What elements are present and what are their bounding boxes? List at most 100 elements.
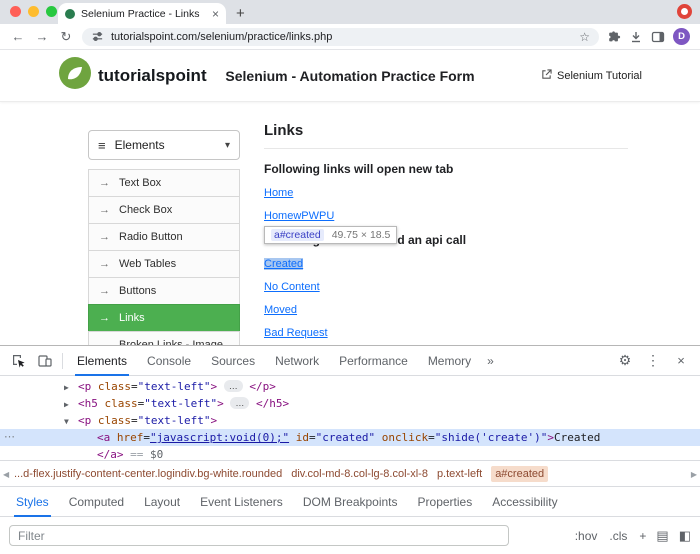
- breadcrumb-bar: ◀ ...d-flex.justify-content-center.login…: [0, 460, 700, 486]
- fullscreen-window-button[interactable]: [46, 6, 57, 17]
- crumbs-scroll-right-icon[interactable]: ▶: [691, 470, 697, 479]
- logo-leaf-icon: [58, 56, 92, 95]
- site-settings-icon[interactable]: [91, 30, 104, 43]
- sidebar-item-label: Check Box: [119, 204, 172, 216]
- downloads-icon[interactable]: [629, 30, 643, 44]
- link-moved[interactable]: Moved: [264, 304, 297, 316]
- dom-tree-row[interactable]: </a> == $0: [0, 446, 700, 460]
- profile-avatar[interactable]: D: [673, 28, 690, 45]
- site-header: tutorialspoint Selenium - Automation Pra…: [0, 50, 700, 102]
- rendering-emulation-icon[interactable]: ▤: [656, 528, 668, 544]
- devtools-tab-network[interactable]: Network: [265, 346, 329, 376]
- close-devtools-icon[interactable]: ×: [668, 348, 694, 374]
- link-created[interactable]: Created: [264, 258, 303, 270]
- ellipsis-button[interactable]: …: [230, 397, 249, 409]
- styles-tabbar: StylesComputedLayoutEvent ListenersDOM B…: [0, 486, 700, 516]
- logo-text: tutorialspoint: [98, 66, 207, 86]
- address-bar[interactable]: tutorialspoint.com/selenium/practice/lin…: [82, 28, 599, 46]
- dock-side-icon[interactable]: ◧: [679, 528, 691, 544]
- toggle-[interactable]: +: [639, 529, 646, 543]
- overflow-dots-icon: ⋯: [4, 429, 15, 446]
- breadcrumb-item[interactable]: ...d-flex.justify-content-center.logindi…: [14, 468, 282, 480]
- browser-tab[interactable]: Selenium Practice - Links ×: [58, 3, 226, 24]
- link-no-content[interactable]: No Content: [264, 281, 320, 293]
- sidebar-item-label: Text Box: [119, 177, 161, 189]
- sidebar-item-radio-button[interactable]: →Radio Button: [88, 223, 240, 251]
- external-link-icon: [541, 69, 552, 83]
- divider: [264, 148, 628, 149]
- devtools-tab-console[interactable]: Console: [137, 346, 201, 376]
- sidebar-item-web-tables[interactable]: → Web Tables: [88, 250, 240, 278]
- window-controls: [10, 6, 57, 17]
- links-api-list: CreatedNo ContentMovedBad RequestUnautho…: [264, 258, 628, 345]
- breadcrumb-item[interactable]: p.text-left: [437, 468, 482, 480]
- styles-filter-input[interactable]: [9, 525, 509, 546]
- reload-button[interactable]: ↻: [58, 29, 74, 45]
- sidebar-item-label: Buttons: [119, 285, 156, 297]
- kebab-menu-icon[interactable]: ⋮: [640, 348, 666, 374]
- sidebar-item-label: Links: [119, 312, 145, 324]
- styles-tab-computed[interactable]: Computed: [59, 487, 134, 517]
- inspect-tooltip: a#created 49.75 × 18.5: [264, 226, 397, 244]
- sidebar-item-text-box[interactable]: →Text Box: [88, 169, 240, 197]
- breadcrumb-item[interactable]: a#created: [491, 466, 548, 482]
- sidebar-item-check-box[interactable]: →Check Box: [88, 196, 240, 224]
- sidebar-item-links[interactable]: →Links: [88, 304, 240, 332]
- styles-tab-dom-breakpoints[interactable]: DOM Breakpoints: [293, 487, 408, 517]
- breadcrumb-item[interactable]: div.col-md-8.col-lg-8.col-xl-8: [291, 468, 428, 480]
- device-toolbar-icon[interactable]: [32, 348, 58, 374]
- styles-tab-properties[interactable]: Properties: [408, 487, 483, 517]
- new-tab-button[interactable]: +: [236, 5, 245, 22]
- arrow-right-icon: →: [99, 258, 110, 270]
- devtools-tab-sources[interactable]: Sources: [201, 346, 265, 376]
- close-window-button[interactable]: [10, 6, 21, 17]
- sidebar-item-label: Web Tables: [119, 258, 176, 270]
- url-text[interactable]: tutorialspoint.com/selenium/practice/lin…: [111, 31, 572, 43]
- link-bad-request[interactable]: Bad Request: [264, 327, 328, 339]
- sidebar-item-broken-links-image[interactable]: →Broken Links - Image: [88, 331, 240, 345]
- tutorial-link-label: Selenium Tutorial: [557, 70, 642, 82]
- sidebar-item-buttons[interactable]: →Buttons: [88, 277, 240, 305]
- dom-tree-row[interactable]: ▶<h5 class="text-left"> … </h5>: [0, 395, 700, 412]
- links-open-tab-list: Home HomewPWPU: [264, 187, 628, 222]
- disclosure-open-icon[interactable]: ▼: [64, 413, 78, 430]
- bookmark-star-icon[interactable]: ☆: [579, 30, 590, 44]
- inspect-element-icon[interactable]: [6, 348, 32, 374]
- forward-button[interactable]: →: [34, 29, 50, 44]
- disclosure-closed-icon[interactable]: ▶: [64, 396, 78, 413]
- tutorialspoint-logo[interactable]: tutorialspoint: [58, 56, 207, 95]
- link-homewpwpu[interactable]: HomewPWPU: [264, 210, 334, 222]
- dom-tree-row[interactable]: ▶<p class="text-left"> … </p>: [0, 378, 700, 395]
- styles-tab-event-listeners[interactable]: Event Listeners: [190, 487, 293, 517]
- crumbs-scroll-left-icon[interactable]: ◀: [3, 470, 9, 479]
- devtools-tabs: ElementsConsoleSourcesNetworkPerformance…: [67, 346, 481, 376]
- selenium-tutorial-link[interactable]: Selenium Tutorial: [541, 69, 642, 83]
- styles-tab-styles[interactable]: Styles: [6, 487, 59, 517]
- devtools-tab-memory[interactable]: Memory: [418, 346, 481, 376]
- styles-tab-layout[interactable]: Layout: [134, 487, 190, 517]
- ellipsis-button[interactable]: …: [224, 380, 243, 392]
- link-home[interactable]: Home: [264, 187, 293, 199]
- update-indicator-icon[interactable]: [677, 4, 692, 19]
- devtools-tab-elements[interactable]: Elements: [67, 346, 137, 376]
- more-tabs-chevron-icon[interactable]: »: [481, 354, 500, 368]
- tab-close-icon[interactable]: ×: [212, 7, 219, 21]
- breadcrumb: ...d-flex.justify-content-center.logindi…: [14, 466, 548, 482]
- minimize-window-button[interactable]: [28, 6, 39, 17]
- devtools-tabbar-right: ⚙ ⋮ ×: [612, 348, 694, 374]
- side-panel-icon[interactable]: [651, 30, 665, 44]
- styles-filter-bar: :hov .cls + ▤ ◧: [0, 516, 700, 554]
- elements-dropdown[interactable]: ≡ Elements ▾: [88, 130, 240, 160]
- settings-gear-icon[interactable]: ⚙: [612, 348, 638, 374]
- styles-tab-accessibility[interactable]: Accessibility: [482, 487, 567, 517]
- extensions-icon[interactable]: [607, 30, 621, 44]
- dom-tree-row[interactable]: ▼<p class="text-left">: [0, 412, 700, 429]
- devtools-panel: ElementsConsoleSourcesNetworkPerformance…: [0, 345, 700, 554]
- back-button[interactable]: ←: [10, 29, 26, 44]
- disclosure-closed-icon[interactable]: ▶: [64, 379, 78, 396]
- tooltip-selector: a#created: [271, 229, 324, 241]
- toggle-hov[interactable]: :hov: [575, 529, 598, 543]
- devtools-tab-performance[interactable]: Performance: [329, 346, 418, 376]
- dom-tree-row[interactable]: ⋯<a href="javascript:void(0);" id="creat…: [0, 429, 700, 446]
- toggle-cls[interactable]: .cls: [609, 529, 627, 543]
